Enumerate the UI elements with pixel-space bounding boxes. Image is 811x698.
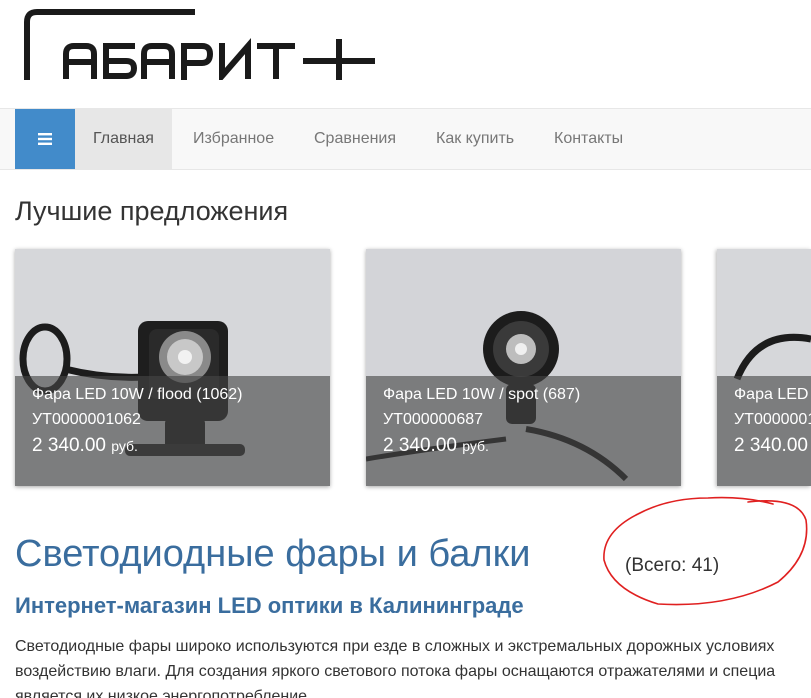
card-info-overlay: Фара LED УТ0000001 2 340.00 bbox=[717, 376, 811, 486]
product-card[interactable]: Фара LED 10W / spot (687) УТ000000687 2 … bbox=[366, 249, 681, 486]
menu-toggle-button[interactable] bbox=[15, 109, 75, 169]
description-line: Светодиодные фары широко используются пр… bbox=[15, 638, 775, 655]
product-code: УТ000000687 bbox=[383, 411, 484, 428]
product-name[interactable]: Фара LED bbox=[734, 382, 811, 407]
product-name[interactable]: Фара LED 10W / flood (1062) bbox=[32, 382, 330, 407]
nav-item-how-to-buy[interactable]: Как купить bbox=[418, 109, 532, 169]
description-line: воздействию влаги. Для создания яркого с… bbox=[15, 663, 776, 680]
product-card[interactable]: Фара LED УТ0000001 2 340.00 bbox=[717, 249, 811, 486]
card-info-overlay: Фара LED 10W / spot (687) УТ000000687 2 … bbox=[366, 376, 681, 486]
nav-item-home[interactable]: Главная bbox=[75, 109, 172, 169]
price-value: 2 340.00 bbox=[383, 435, 457, 456]
logo-graphic bbox=[24, 9, 375, 80]
nav-item-comparisons[interactable]: Сравнения bbox=[296, 109, 414, 169]
product-price: 2 340.00 руб. bbox=[383, 432, 681, 460]
price-value: 2 340.00 bbox=[32, 435, 106, 456]
price-currency: руб. bbox=[462, 438, 489, 454]
product-price: 2 340.00 bbox=[734, 432, 811, 460]
card-info-overlay: Фара LED 10W / flood (1062) УТ0000001062… bbox=[15, 376, 330, 486]
category-title: Светодиодные фары и балки bbox=[15, 533, 531, 575]
nav-item-contacts[interactable]: Контакты bbox=[536, 109, 641, 169]
main-navbar: Главная Избранное Сравнения Как купить К… bbox=[0, 108, 811, 170]
hamburger-icon bbox=[38, 133, 52, 145]
description-line: является их низкое энергопотребление. bbox=[15, 688, 312, 698]
best-offers-title: Лучшие предложения bbox=[15, 196, 289, 226]
product-name[interactable]: Фара LED 10W / spot (687) bbox=[383, 382, 681, 407]
price-currency: руб. bbox=[111, 438, 138, 454]
nav-item-favorites[interactable]: Избранное bbox=[175, 109, 292, 169]
product-price: 2 340.00 руб. bbox=[32, 432, 330, 460]
product-code: УТ0000001 bbox=[734, 411, 811, 428]
price-value: 2 340.00 bbox=[734, 435, 808, 456]
category-subtitle: Интернет-магазин LED оптики в Калинингра… bbox=[15, 593, 524, 618]
red-circle-annotation bbox=[603, 496, 808, 606]
category-description: Светодиодные фары широко используются пр… bbox=[15, 634, 811, 698]
product-card[interactable]: Фара LED 10W / flood (1062) УТ0000001062… bbox=[15, 249, 330, 486]
product-code: УТ0000001062 bbox=[32, 411, 141, 428]
site-logo[interactable] bbox=[24, 8, 376, 80]
